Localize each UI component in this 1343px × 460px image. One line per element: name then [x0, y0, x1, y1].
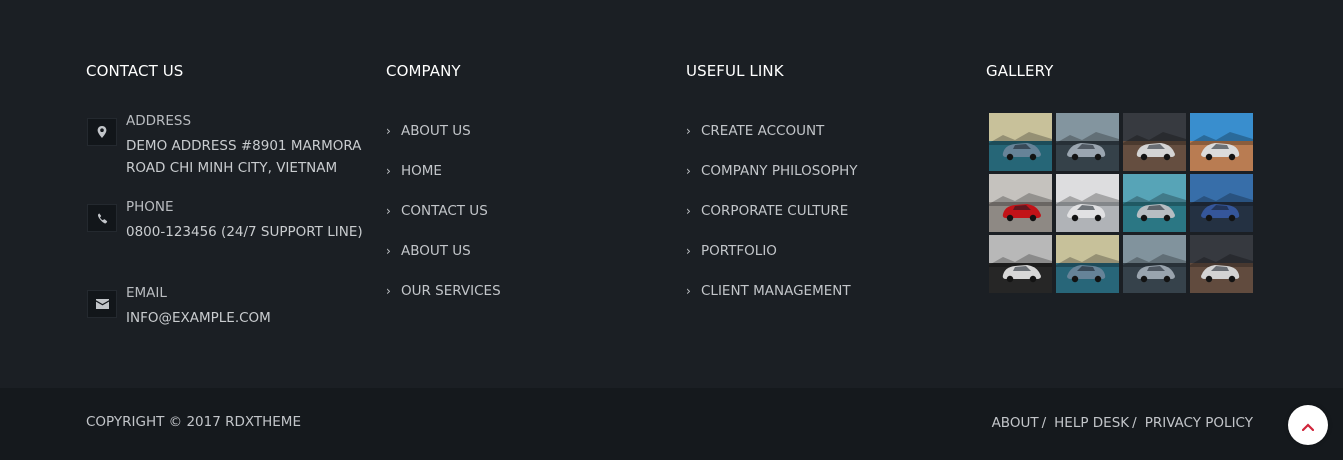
link-separator: /	[1041, 415, 1047, 431]
car-thumbnail-1[interactable]	[989, 113, 1052, 171]
useful-links: › CREATE ACCOUNT › COMPANY PHILOSOPHY › COR…	[686, 120, 858, 320]
link-separator: /	[1132, 415, 1137, 431]
car-photo	[1190, 174, 1253, 232]
car-photo	[1123, 174, 1186, 232]
email-value[interactable]: INFO@EXAMPLE.COM	[126, 307, 366, 329]
envelope-icon	[87, 290, 117, 318]
car-photo	[1123, 235, 1186, 293]
car-thumbnail-6[interactable]	[1056, 174, 1119, 232]
company-links: › ABOUT US › HOME › CONTACT US › ABOUT US › O…	[386, 120, 501, 320]
gallery-title: GALLERY	[986, 62, 1054, 80]
car-photo	[1056, 113, 1119, 171]
car-thumbnail-5[interactable]	[989, 174, 1052, 232]
footer-top: CONTACT US ADDRESS DEMO ADDRESS #8901 MA…	[0, 0, 1343, 388]
car-photo	[1190, 113, 1253, 171]
scroll-to-top-button[interactable]	[1288, 405, 1328, 445]
car-photo	[1056, 174, 1119, 232]
useful-link-client-management[interactable]: › CLIENT MANAGEMENT	[686, 280, 858, 320]
car-photo	[1123, 113, 1186, 171]
car-photo	[989, 113, 1052, 171]
footer-bottom: COPYRIGHT © 2017 RDXTHEME ABOUT / HELP DE…	[0, 388, 1343, 460]
car-thumbnail-3[interactable]	[1123, 113, 1186, 171]
gallery-grid	[989, 113, 1253, 293]
company-link-about-us-2[interactable]: › ABOUT US	[386, 240, 501, 280]
car-thumbnail-8[interactable]	[1190, 174, 1253, 232]
map-pin-icon	[87, 118, 117, 146]
car-thumbnail-10[interactable]	[1056, 235, 1119, 293]
phone-value: 0800-123456 (24/7 SUPPORT LINE)	[126, 224, 363, 240]
car-thumbnail-12[interactable]	[1190, 235, 1253, 293]
contact-title: CONTACT US	[86, 62, 184, 80]
chevron-right-icon: ›	[386, 284, 391, 298]
car-thumbnail-2[interactable]	[1056, 113, 1119, 171]
useful-link-portfolio[interactable]: › PORTFOLIO	[686, 240, 858, 280]
phone-label: PHONE	[126, 199, 174, 215]
company-link-contact-us[interactable]: › CONTACT US	[386, 200, 501, 240]
bottom-link-help-desk[interactable]: HELP DESK	[1054, 415, 1129, 431]
bottom-link-privacy-policy[interactable]: PRIVACY POLICY	[1145, 415, 1253, 431]
chevron-right-icon: ›	[686, 204, 691, 218]
chevron-right-icon: ›	[686, 124, 691, 138]
car-photo	[1190, 235, 1253, 293]
useful-link-corporate-culture[interactable]: › CORPORATE CULTURE	[686, 200, 858, 240]
useful-link-company-philosophy[interactable]: › COMPANY PHILOSOPHY	[686, 160, 858, 200]
chevron-right-icon: ›	[386, 204, 391, 218]
car-photo	[989, 235, 1052, 293]
chevron-right-icon: ›	[386, 164, 391, 178]
email-label: EMAIL	[126, 285, 167, 301]
car-thumbnail-9[interactable]	[989, 235, 1052, 293]
chevron-right-icon: ›	[686, 284, 691, 298]
car-thumbnail-7[interactable]	[1123, 174, 1186, 232]
car-photo	[1056, 235, 1119, 293]
bottom-link-about[interactable]: ABOUT	[992, 415, 1039, 431]
company-link-about-us[interactable]: › ABOUT US	[386, 120, 501, 160]
address-value: DEMO ADDRESS #8901 MARMORA ROAD CHI MINH…	[126, 138, 362, 176]
phone-icon	[87, 204, 117, 232]
useful-links-title: USEFUL LINK	[686, 62, 784, 80]
chevron-right-icon: ›	[686, 244, 691, 258]
car-thumbnail-11[interactable]	[1123, 235, 1186, 293]
car-photo	[989, 174, 1052, 232]
chevron-right-icon: ›	[386, 244, 391, 258]
car-thumbnail-4[interactable]	[1190, 113, 1253, 171]
company-link-home[interactable]: › HOME	[386, 160, 501, 200]
copyright-text: COPYRIGHT © 2017 RDXTHEME	[86, 414, 301, 430]
company-title: COMPANY	[386, 62, 461, 80]
bottom-links: ABOUT / HELP DESK / PRIVACY POLICY	[992, 415, 1253, 431]
chevron-up-icon	[1301, 416, 1315, 435]
useful-link-create-account[interactable]: › CREATE ACCOUNT	[686, 120, 858, 160]
chevron-right-icon: ›	[386, 124, 391, 138]
company-link-our-services[interactable]: › OUR SERVICES	[386, 280, 501, 320]
address-label: ADDRESS	[126, 113, 192, 129]
chevron-right-icon: ›	[686, 164, 691, 178]
